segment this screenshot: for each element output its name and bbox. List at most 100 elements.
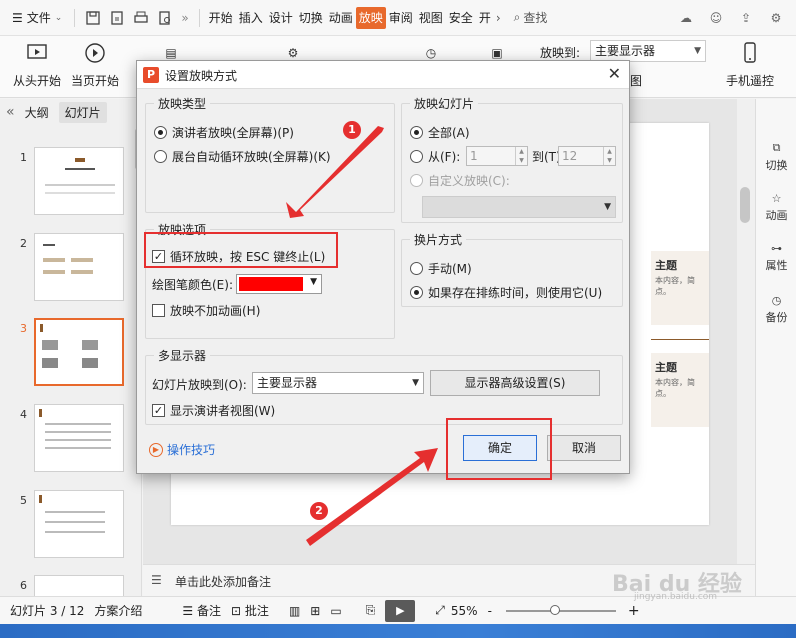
spinner-arrows-icon[interactable]: ▲ ▼ <box>515 147 527 165</box>
chevron-down-icon: ⌄ <box>54 12 63 23</box>
slide-number: 1 <box>20 151 27 164</box>
settings-icon[interactable]: ⚙ <box>764 6 788 30</box>
use-timings-label: 如果存在排练时间，则使用它(U) <box>428 286 603 300</box>
comments-button[interactable]: ⊡ 批注 <box>231 602 269 619</box>
notes-toggle-button[interactable]: ☰ 备注 <box>182 602 221 619</box>
custom-show-label: 自定义放映(C): <box>428 174 510 188</box>
zoom-out-button[interactable]: - <box>488 604 492 618</box>
custom-show-radio[interactable]: 自定义放映(C): <box>410 172 510 189</box>
show-on-label: 放映到: <box>540 46 581 60</box>
radio-selected[interactable] <box>410 286 423 299</box>
theme-name[interactable]: 方案介绍 <box>94 602 142 619</box>
zoom-slider-knob[interactable] <box>549 604 560 615</box>
properties-pane-button[interactable]: ⊶ 属性 <box>756 239 796 273</box>
checkbox-checked[interactable]: ✓ <box>152 404 165 417</box>
animation-pane-button[interactable]: ☆ 动画 <box>756 189 796 223</box>
slide-preview <box>34 147 124 215</box>
save-icon[interactable] <box>81 6 105 30</box>
normal-view-icon[interactable]: ▥ <box>289 604 300 618</box>
show-on-select[interactable]: 主要显示器 ▼ <box>590 40 706 62</box>
pen-color-picker[interactable]: ▼ <box>236 274 322 294</box>
radio-disabled[interactable] <box>410 174 423 187</box>
radio-unselected[interactable] <box>154 150 167 163</box>
tab-insert[interactable]: 插入 <box>236 7 266 29</box>
tab-view[interactable]: 视图 <box>416 7 446 29</box>
from-value: 1 <box>470 149 478 163</box>
divider <box>74 8 76 27</box>
slide-preview <box>34 318 124 386</box>
tab-design[interactable]: 设计 <box>266 7 296 29</box>
collapse-panel-icon[interactable]: « <box>6 104 15 120</box>
slide-thumbnail[interactable]: 4 <box>0 404 142 476</box>
tab-animation[interactable]: 动画 <box>326 7 356 29</box>
slide-number: 2 <box>20 237 27 250</box>
from-current-button[interactable]: 当页开始 <box>60 40 130 89</box>
chevron-down-icon: ▼ <box>412 378 419 388</box>
tab-outline[interactable]: 大纲 <box>25 104 49 121</box>
file-menu[interactable]: ☰ 文件 ⌄ <box>0 0 68 36</box>
backup-pane-button[interactable]: ◷ 备份 <box>756 291 796 325</box>
reading-view-icon[interactable]: ▭ <box>330 604 341 618</box>
presenter-view-checkbox[interactable]: ✓ 显示演讲者视图(W) <box>152 402 275 419</box>
slides-panel: « 大纲 幻灯片 1 2 3 4 5 6 <box>0 99 142 596</box>
slide-card[interactable]: 主题 本内容，简 点。 <box>651 353 709 427</box>
monitor-select[interactable]: 主要显示器 ▼ <box>252 372 424 394</box>
slide-sorter-icon[interactable]: ⊞ <box>310 604 320 618</box>
zoom-level[interactable]: 55% <box>451 604 478 618</box>
kiosk-radio[interactable]: 展台自动循环放映(全屏幕)(K) <box>154 148 331 165</box>
radio-unselected[interactable] <box>410 262 423 275</box>
slide-thumbnail[interactable]: 5 <box>0 490 142 562</box>
slide-card[interactable]: 主题 本内容，简 点。 <box>651 251 709 325</box>
tab-security[interactable]: 安全 <box>446 7 476 29</box>
from-spinner[interactable]: 1 ▲ ▼ <box>466 146 528 166</box>
from-label: 从(F): <box>428 150 461 164</box>
fit-window-icon[interactable]: ⤢ <box>435 603 445 618</box>
all-slides-radio[interactable]: 全部(A) <box>410 124 470 141</box>
collaborate-icon[interactable]: ☺ <box>704 6 728 30</box>
tab-transition[interactable]: 切换 <box>296 7 326 29</box>
scrollbar-thumb[interactable] <box>740 187 750 223</box>
checkbox-unchecked[interactable] <box>152 304 165 317</box>
play-slideshow-button[interactable]: ▶ <box>385 599 416 622</box>
print-icon[interactable] <box>129 6 153 30</box>
close-icon[interactable]: ✕ <box>608 64 621 83</box>
tips-link[interactable]: ▶ 操作技巧 <box>149 441 215 458</box>
custom-show-select[interactable]: ▼ <box>422 196 616 218</box>
tab-home[interactable]: 开始 <box>206 7 236 29</box>
export-pdf-icon[interactable] <box>105 6 129 30</box>
monitor-advanced-button[interactable]: 显示器高级设置(S) <box>430 370 600 396</box>
presenter-tools-icon[interactable]: ⎘ <box>366 603 376 618</box>
tab-slideshow[interactable]: 放映 <box>355 6 386 29</box>
to-spinner[interactable]: 12 ▲ ▼ <box>558 146 616 166</box>
card-title: 主题 <box>655 361 677 374</box>
use-timings-radio[interactable]: 如果存在排练时间，则使用它(U) <box>410 284 602 301</box>
tab-more[interactable]: 开 <box>476 7 494 29</box>
no-animation-checkbox[interactable]: 放映不加动画(H) <box>152 302 260 319</box>
zoom-in-button[interactable]: + <box>628 603 640 619</box>
share-icon[interactable]: ⇪ <box>734 6 758 30</box>
from-radio[interactable]: 从(F): <box>410 148 460 165</box>
presenter-radio[interactable]: 演讲者放映(全屏幕)(P) <box>154 124 294 141</box>
zoom-slider[interactable] <box>505 604 616 615</box>
radio-selected[interactable] <box>154 126 167 139</box>
more-icon[interactable]: » <box>181 11 188 25</box>
tab-slides[interactable]: 幻灯片 <box>58 101 107 123</box>
tab-review[interactable]: 审阅 <box>386 7 416 29</box>
canvas-scrollbar[interactable] <box>737 99 755 564</box>
radio-unselected[interactable] <box>410 150 423 163</box>
phone-remote-button[interactable]: 手机遥控 <box>720 40 780 89</box>
slide-thumbnail[interactable]: 1 <box>0 147 142 219</box>
slide-thumbnail[interactable]: 3 <box>0 318 142 390</box>
slide-thumbnail[interactable]: 2 <box>0 233 142 305</box>
radio-selected[interactable] <box>410 126 423 139</box>
cloud-sync-icon[interactable]: ☁ <box>674 6 698 30</box>
search-button[interactable]: ⌕ 查找 <box>511 9 548 26</box>
manual-radio[interactable]: 手动(M) <box>410 260 472 277</box>
scroll-tabs-right-icon[interactable]: › <box>496 11 501 25</box>
slide-thumbnail[interactable]: 6 <box>0 575 142 596</box>
spinner-arrows-icon[interactable]: ▲ ▼ <box>603 147 615 165</box>
cancel-button[interactable]: 取消 <box>547 435 621 461</box>
transition-pane-button[interactable]: ⧉ 切换 <box>756 139 796 173</box>
print-preview-icon[interactable] <box>153 6 177 30</box>
slide-preview <box>34 490 124 558</box>
